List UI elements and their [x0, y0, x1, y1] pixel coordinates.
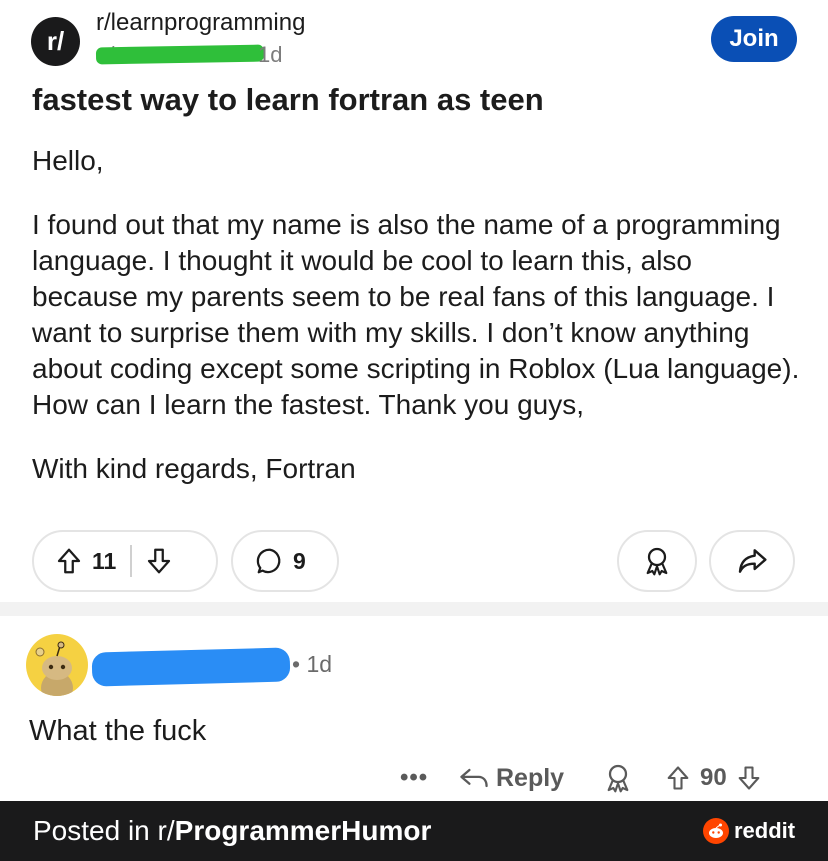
posted-in-subreddit: ProgrammerHumor	[174, 815, 432, 846]
post-meta: u/ 1d	[95, 42, 286, 68]
speech-bubble-icon	[255, 546, 285, 576]
subreddit-avatar[interactable]: r/	[31, 17, 80, 66]
post-body-paragraph: Hello,	[32, 145, 104, 176]
comment-vote: 90	[664, 758, 763, 798]
commenter-avatar[interactable]	[26, 634, 88, 696]
share-arrow-icon	[736, 545, 768, 577]
posted-in-footer: Posted in r/ProgrammerHumor reddit	[0, 801, 828, 861]
reply-button[interactable]: Reply	[458, 758, 564, 798]
reply-label: Reply	[496, 763, 565, 792]
post-award-button[interactable]	[617, 530, 697, 592]
post-upvote-count: 11	[92, 547, 117, 574]
arrow-up-outline-icon[interactable]	[664, 764, 692, 792]
comment-vote-count: 90	[700, 764, 727, 791]
snoo-avatar-icon	[35, 641, 73, 696]
arrow-down-outline-icon[interactable]	[735, 764, 763, 792]
posted-in-text[interactable]: Posted in r/ProgrammerHumor	[33, 815, 431, 847]
post-body-paragraph: I found out that my name is also the nam…	[32, 209, 800, 420]
subreddit-name[interactable]: r/learnprogramming	[96, 9, 305, 37]
arrow-up-outline-icon[interactable]	[54, 546, 84, 576]
join-button[interactable]: Join	[711, 16, 797, 62]
more-options-button[interactable]: •••	[400, 758, 428, 798]
comment-age: • 1d	[292, 651, 333, 677]
comment-text: What the fuck	[29, 715, 207, 747]
post-vote-pill: 11	[32, 530, 218, 592]
post-comment-count: 9	[293, 547, 306, 574]
post-share-button[interactable]	[709, 530, 795, 592]
redacted-username	[95, 44, 265, 65]
reply-arrow-icon	[458, 764, 490, 792]
post-body: Hello, I found out that my name is also …	[32, 143, 802, 515]
post-body-paragraph: With kind regards, Fortran	[32, 453, 356, 484]
reddit-logo: reddit	[703, 816, 795, 846]
comment-actions: ••• Reply 90	[396, 758, 806, 798]
arrow-down-outline-icon[interactable]	[144, 546, 174, 576]
post-title: fastest way to learn fortran as teen	[32, 82, 544, 117]
post-age: 1d	[258, 42, 283, 67]
redacted-commenter-name	[91, 647, 291, 687]
post-comments-button[interactable]: 9	[231, 530, 339, 592]
section-divider	[0, 602, 828, 616]
reddit-wordmark: reddit	[734, 818, 796, 843]
award-ribbon-icon	[602, 762, 634, 794]
comment-award-button[interactable]	[602, 758, 634, 798]
award-ribbon-icon	[641, 545, 673, 577]
vote-divider	[130, 545, 133, 577]
reddit-snoo-icon	[703, 818, 729, 844]
